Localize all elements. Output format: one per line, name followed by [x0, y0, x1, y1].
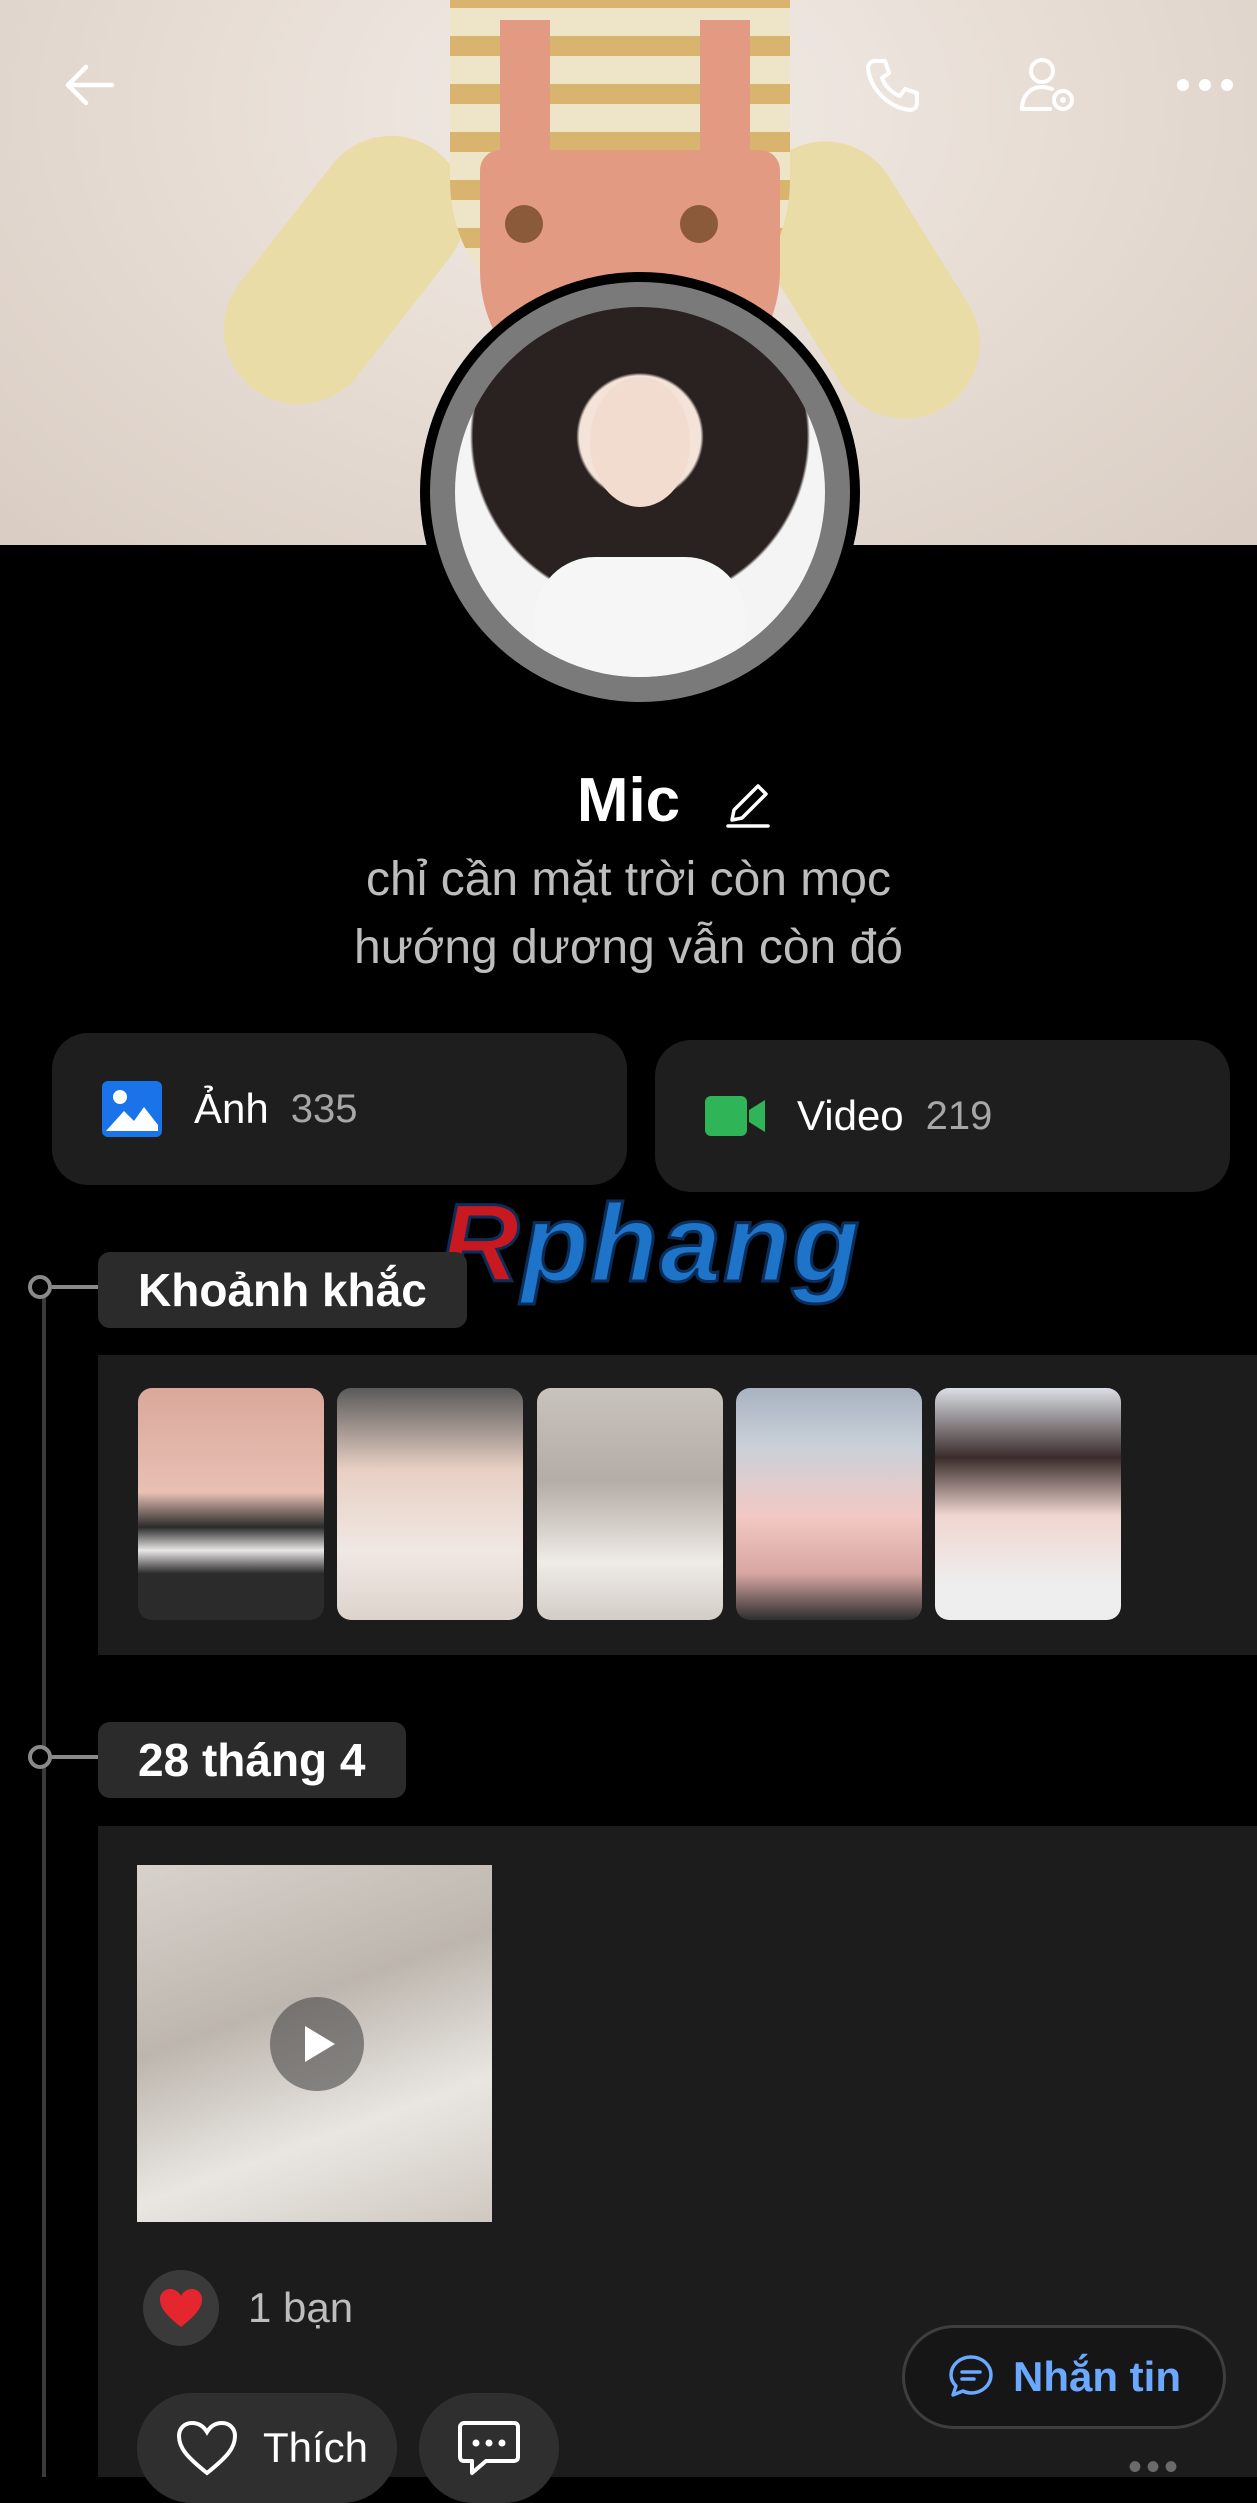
- bio-line: hướng dương vẫn còn đó: [354, 921, 903, 974]
- message-label: Nhắn tin: [1013, 2353, 1181, 2400]
- cover-decoration: [500, 20, 550, 230]
- comment-button[interactable]: [419, 2393, 559, 2503]
- like-label: Thích: [263, 2424, 369, 2471]
- photos-card[interactable]: Ảnh 335: [52, 1033, 627, 1185]
- back-button[interactable]: [45, 40, 135, 130]
- cover-decoration: [505, 205, 543, 243]
- videos-count: 219: [925, 1093, 993, 1138]
- more-horizontal-icon: [1177, 79, 1233, 91]
- phone-icon: [866, 59, 919, 112]
- timeline-dot: [28, 1275, 52, 1299]
- more-horizontal-icon[interactable]: •••: [1128, 2445, 1182, 2490]
- moment-thumbnail[interactable]: [736, 1388, 922, 1620]
- videos-label: Video: [797, 1092, 904, 1139]
- moment-thumbnail[interactable]: [337, 1388, 523, 1620]
- timeline-line: [42, 1287, 46, 2477]
- message-button[interactable]: Nhắn tin: [902, 2325, 1226, 2429]
- moment-thumbnail[interactable]: [537, 1388, 723, 1620]
- reaction-count: 1 bạn: [248, 2284, 354, 2331]
- moment-thumbnail[interactable]: [935, 1388, 1121, 1620]
- photos-label: Ảnh: [194, 1085, 269, 1132]
- date-label: 28 tháng 4: [98, 1722, 406, 1798]
- like-button[interactable]: Thích: [137, 2393, 397, 2503]
- watermark-logo: Rphang: [438, 1181, 862, 1307]
- videos-card[interactable]: Video 219: [655, 1040, 1230, 1192]
- heart-outline-icon: [176, 2420, 238, 2476]
- avatar-photo: [455, 307, 825, 677]
- avatar[interactable]: [420, 272, 860, 712]
- arrow-left-icon: [65, 64, 115, 106]
- call-button[interactable]: [848, 40, 938, 130]
- more-options-button[interactable]: [1160, 40, 1250, 130]
- video-camera-icon: [705, 1096, 765, 1136]
- moment-thumbnail[interactable]: [138, 1388, 324, 1620]
- play-icon: [305, 2026, 335, 2062]
- profile-name: Mic: [576, 766, 681, 835]
- comment-icon: [458, 2421, 520, 2475]
- cover-decoration: [700, 20, 750, 230]
- play-button[interactable]: [270, 1997, 364, 2091]
- cover-decoration: [680, 205, 718, 243]
- reaction-badge[interactable]: [143, 2270, 219, 2346]
- timeline-dot: [28, 1745, 52, 1769]
- profile-settings-button[interactable]: [1003, 40, 1093, 130]
- image-icon: [102, 1081, 162, 1137]
- bio-line: chỉ cần mặt trời còn mọc: [366, 853, 891, 906]
- moments-label: Khoảnh khắc: [98, 1252, 467, 1328]
- photos-count: 335: [290, 1086, 358, 1131]
- user-gear-icon: [1020, 58, 1074, 111]
- heart-icon: [160, 2289, 202, 2327]
- chat-icon: [949, 2355, 993, 2397]
- edit-name-icon[interactable]: [720, 776, 776, 832]
